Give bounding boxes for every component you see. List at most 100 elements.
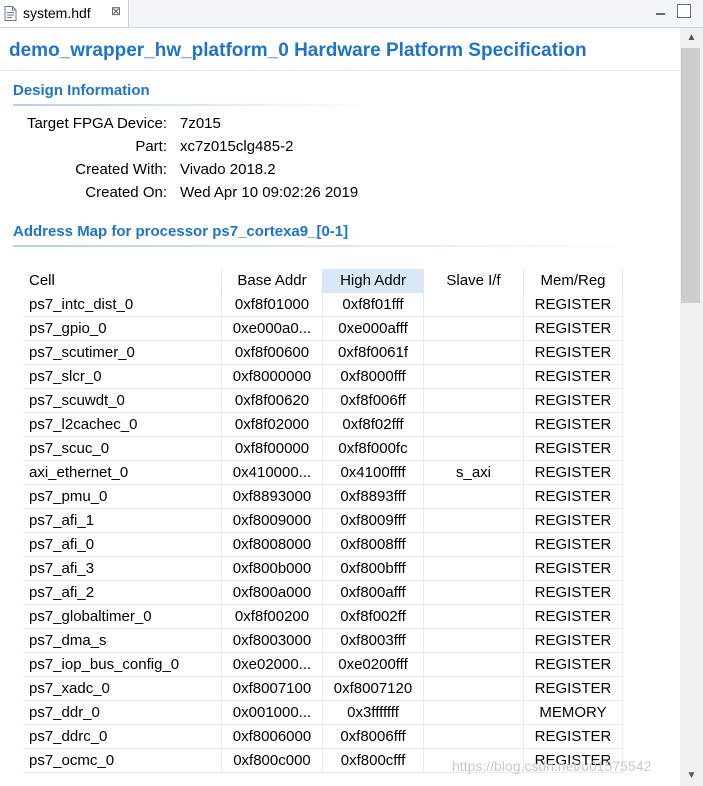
column-header-high-addr[interactable]: High Addr [323, 269, 424, 293]
table-cell-slave-if [424, 557, 524, 581]
table-cell-base-addr: 0xe000a0... [222, 317, 323, 341]
table-cell-high-addr: 0x3fffffff [323, 701, 424, 725]
info-label-created-on: Created On: [85, 184, 167, 201]
table-cell-mem-reg: MEMORY [524, 701, 623, 725]
table-row[interactable]: ps7_afi_0 0xf8008000 0xf8008fff REGISTER [23, 533, 643, 557]
table-row[interactable]: ps7_scuc_0 0xf8f00000 0xf8f000fc REGISTER [23, 437, 643, 461]
table-row[interactable]: ps7_globaltimer_0 0xf8f00200 0xf8f002ff REG… [23, 605, 643, 629]
table-cell-slave-if [424, 317, 524, 341]
table-cell-high-addr: 0xf800afff [323, 581, 424, 605]
table-cell-slave-if [424, 509, 524, 533]
close-icon[interactable]: ⊠ [111, 4, 121, 18]
table-cell-slave-if [424, 485, 524, 509]
table-cell-base-addr: 0xf8f00620 [222, 389, 323, 413]
scroll-thumb[interactable] [681, 48, 700, 303]
table-cell-high-addr: 0xf8000fff [323, 365, 424, 389]
table-header: Cell Base Addr High Addr Slave I/f Mem/R… [23, 269, 643, 293]
table-cell-slave-if [424, 437, 524, 461]
vertical-scrollbar[interactable]: ▲ ▼ [680, 28, 703, 786]
table-row[interactable]: ps7_xadc_0 0xf8007100 0xf8007120 REGISTER [23, 677, 643, 701]
page-title: demo_wrapper_hw_platform_0 Hardware Plat… [9, 40, 587, 61]
table-row[interactable]: ps7_gpio_0 0xe000a0... 0xe000afff REGISTER [23, 317, 643, 341]
table-cell-high-addr: 0xf8f002ff [323, 605, 424, 629]
title-divider [0, 70, 680, 71]
minimize-icon[interactable] [654, 4, 668, 18]
maximize-icon[interactable] [677, 4, 691, 18]
column-header-slave-if[interactable]: Slave I/f [424, 269, 524, 293]
table-cell-base-addr: 0xf8006000 [222, 725, 323, 749]
table-row[interactable]: ps7_l2cachec_0 0xf8f02000 0xf8f02fff REGIST… [23, 413, 643, 437]
table-cell-cell: ps7_afi_3 [23, 557, 222, 581]
tab-system-hdf[interactable]: system.hdf ⊠ [0, 0, 129, 27]
table-row[interactable]: axi_ethernet_0 0x410000... 0x4100ffff s_axi… [23, 461, 643, 485]
column-header-cell[interactable]: Cell [23, 269, 222, 293]
table-row[interactable]: ps7_scuwdt_0 0xf8f00620 0xf8f006ff REGISTER [23, 389, 643, 413]
table-cell-cell: ps7_scuc_0 [23, 437, 222, 461]
table-cell-base-addr: 0xf8000000 [222, 365, 323, 389]
table-row[interactable]: ps7_ddrc_0 0xf8006000 0xf8006fff REGISTER [23, 725, 643, 749]
info-value-target-device: 7z015 [180, 115, 221, 132]
table-cell-base-addr: 0xf8008000 [222, 533, 323, 557]
info-label-target-device: Target FPGA Device: [26, 115, 167, 132]
info-value-created-with: Vivado 2018.2 [180, 161, 276, 178]
scroll-up-arrow-icon[interactable]: ▲ [680, 28, 703, 48]
table-cell-slave-if [424, 605, 524, 629]
table-cell-base-addr: 0x410000... [222, 461, 323, 485]
table-cell-high-addr: 0xe000afff [323, 317, 424, 341]
section-divider [13, 245, 638, 247]
address-map-table: Cell Base Addr High Addr Slave I/f Mem/R… [23, 269, 643, 773]
table-row[interactable]: ps7_pmu_0 0xf8893000 0xf8893fff REGISTER [23, 485, 643, 509]
table-cell-mem-reg: REGISTER [524, 293, 623, 317]
table-row[interactable]: ps7_slcr_0 0xf8000000 0xf8000fff REGISTER [23, 365, 643, 389]
table-cell-slave-if [424, 581, 524, 605]
table-cell-high-addr: 0xf8006fff [323, 725, 424, 749]
table-cell-cell: ps7_intc_dist_0 [23, 293, 222, 317]
table-row[interactable]: ps7_ddr_0 0x001000... 0x3fffffff MEMORY [23, 701, 643, 725]
table-cell-mem-reg: REGISTER [524, 605, 623, 629]
table-cell-cell: ps7_afi_1 [23, 509, 222, 533]
hardware-spec-view: demo_wrapper_hw_platform_0 Hardware Plat… [0, 28, 680, 786]
table-cell-high-addr: 0xf8f000fc [323, 437, 424, 461]
table-cell-mem-reg: REGISTER [524, 557, 623, 581]
table-cell-slave-if [424, 341, 524, 365]
table-cell-slave-if: s_axi [424, 461, 524, 485]
table-cell-high-addr: 0x4100ffff [323, 461, 424, 485]
watermark: https://blog.csdn.net/u01575542 [452, 758, 652, 774]
table-row[interactable]: ps7_intc_dist_0 0xf8f01000 0xf8f01fff REGIS… [23, 293, 643, 317]
table-row[interactable]: ps7_scutimer_0 0xf8f00600 0xf8f0061f REGIST… [23, 341, 643, 365]
table-cell-mem-reg: REGISTER [524, 389, 623, 413]
table-cell-cell: ps7_afi_2 [23, 581, 222, 605]
table-cell-high-addr: 0xf800bfff [323, 557, 424, 581]
table-row[interactable]: ps7_dma_s 0xf8003000 0xf8003fff REGISTER [23, 629, 643, 653]
info-value-created-on: Wed Apr 10 09:02:26 2019 [180, 184, 359, 201]
table-cell-cell: ps7_scutimer_0 [23, 341, 222, 365]
table-cell-high-addr: 0xf800cfff [323, 749, 424, 773]
table-cell-cell: ps7_pmu_0 [23, 485, 222, 509]
column-header-base-addr[interactable]: Base Addr [222, 269, 323, 293]
table-cell-base-addr: 0xf8f00600 [222, 341, 323, 365]
table-cell-cell: ps7_iop_bus_config_0 [23, 653, 222, 677]
table-cell-base-addr: 0xf8009000 [222, 509, 323, 533]
table-cell-cell: ps7_ocmc_0 [23, 749, 222, 773]
table-cell-mem-reg: REGISTER [524, 725, 623, 749]
table-cell-mem-reg: REGISTER [524, 413, 623, 437]
table-cell-base-addr: 0xf8f01000 [222, 293, 323, 317]
table-row[interactable]: ps7_afi_2 0xf800a000 0xf800afff REGISTER [23, 581, 643, 605]
table-cell-cell: ps7_slcr_0 [23, 365, 222, 389]
scroll-down-arrow-icon[interactable]: ▼ [680, 766, 703, 786]
table-cell-base-addr: 0xf8f00000 [222, 437, 323, 461]
table-cell-mem-reg: REGISTER [524, 365, 623, 389]
table-row[interactable]: ps7_afi_1 0xf8009000 0xf8009fff REGISTER [23, 509, 643, 533]
column-header-mem-reg[interactable]: Mem/Reg [524, 269, 623, 293]
table-cell-slave-if [424, 533, 524, 557]
table-cell-base-addr: 0x001000... [222, 701, 323, 725]
table-row[interactable]: ps7_afi_3 0xf800b000 0xf800bfff REGISTER [23, 557, 643, 581]
table-row[interactable]: ps7_iop_bus_config_0 0xe02000... 0xe0200ff… [23, 653, 643, 677]
table-cell-slave-if [424, 389, 524, 413]
table-cell-mem-reg: REGISTER [524, 437, 623, 461]
table-cell-high-addr: 0xf8f0061f [323, 341, 424, 365]
table-cell-base-addr: 0xf8893000 [222, 485, 323, 509]
table-cell-cell: ps7_gpio_0 [23, 317, 222, 341]
table-cell-cell: ps7_scuwdt_0 [23, 389, 222, 413]
table-cell-cell: ps7_ddr_0 [23, 701, 222, 725]
